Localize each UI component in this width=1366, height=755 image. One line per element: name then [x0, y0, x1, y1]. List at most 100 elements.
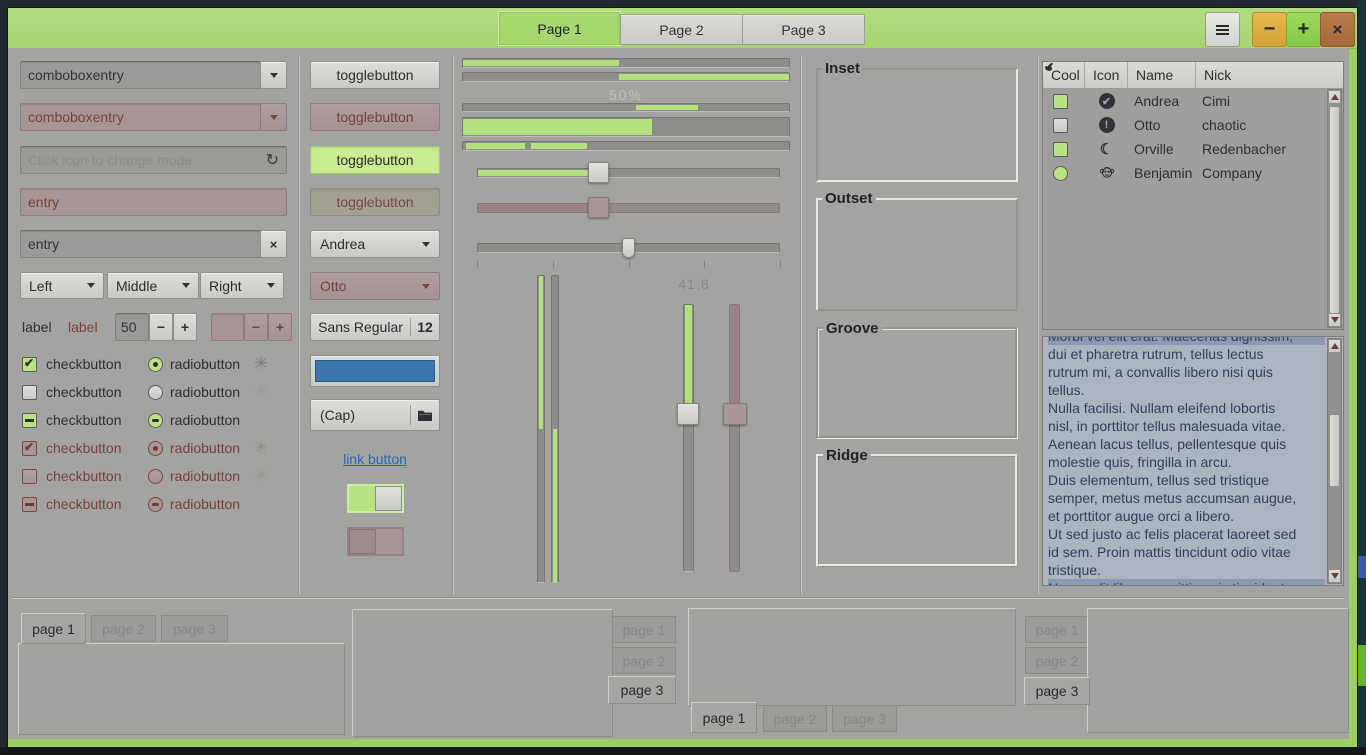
file-chooser-button[interactable]: (Cap) — [310, 399, 440, 431]
clear-entry-button[interactable]: × — [260, 230, 287, 258]
table-row[interactable]: Benjamin Company — [1043, 161, 1343, 185]
notebook1-tab-page3[interactable]: page 3 — [161, 615, 228, 642]
header-tab-page3[interactable]: Page 3 — [742, 14, 865, 45]
header-tab-page2[interactable]: Page 2 — [620, 14, 743, 45]
notebook4-content — [1087, 608, 1349, 733]
pane-separator[interactable] — [298, 56, 300, 594]
frame-outset: Outset — [816, 198, 1018, 311]
scroll-up-button[interactable] — [1328, 339, 1341, 353]
close-button[interactable]: × — [1320, 12, 1355, 47]
header-tab-page1[interactable]: Page 1 — [498, 11, 621, 46]
table-row[interactable]: ! Otto chaotic — [1043, 113, 1343, 137]
table-row[interactable]: ☾ Orville Redenbacher — [1043, 137, 1343, 161]
text-line: id sem. Proin mattis tincidunt odio vita… — [1048, 543, 1325, 561]
vscale-trough[interactable] — [683, 304, 694, 572]
spinbutton-value[interactable]: 50 — [115, 313, 149, 341]
notebook3-tab-page1[interactable]: page 1 — [691, 702, 757, 733]
scrollbar-thumb[interactable] — [1329, 414, 1340, 487]
spinbutton-plus-button[interactable]: + — [173, 313, 197, 341]
hscale-trough[interactable] — [477, 168, 780, 178]
comboboxentry-input-disabled: comboboxentry — [20, 103, 261, 131]
combobox-andrea[interactable]: Andrea — [310, 230, 440, 258]
dropdown-right[interactable]: Right — [200, 272, 284, 299]
textview-content[interactable]: Morbi vel elit erat. Maecenas dignissim,… — [1048, 337, 1325, 585]
row-radio-selected[interactable] — [1053, 166, 1068, 181]
togglebutton-active[interactable]: togglebutton — [310, 146, 440, 174]
minimize-button[interactable]: − — [1252, 12, 1287, 47]
row-checkbox-checked[interactable] — [1053, 142, 1068, 157]
menu-button[interactable] — [1205, 12, 1240, 47]
column-header-name[interactable]: Name — [1128, 62, 1196, 88]
scroll-up-button[interactable] — [1328, 90, 1341, 104]
radiobutton-label: radiobutton — [170, 412, 240, 428]
checkbox-unchecked[interactable] — [22, 385, 37, 400]
treeview-scrollbar[interactable] — [1327, 89, 1342, 328]
notebook1-tab-page2[interactable]: page 2 — [91, 615, 156, 642]
notebook3-tab-page2[interactable]: page 2 — [763, 705, 827, 732]
titlebar[interactable]: Page 1 Page 2 Page 3 − + × — [8, 8, 1357, 49]
pane-separator[interactable] — [1037, 56, 1039, 594]
maximize-button[interactable]: + — [1286, 12, 1321, 47]
pane-separator[interactable] — [800, 56, 802, 594]
treeview-header[interactable]: Cool Icon Name Nick — [1043, 62, 1343, 89]
treeview[interactable]: Cool Icon Name Nick ✔ Andrea Cimi ! Otto… — [1042, 61, 1344, 330]
textview-scrollbar[interactable] — [1327, 338, 1342, 584]
checkbox-checked[interactable] — [22, 357, 37, 372]
background-fragment-blue — [1358, 556, 1366, 578]
row-checkbox-checked[interactable] — [1053, 94, 1068, 109]
notebook4-tab-page3[interactable]: page 3 — [1024, 677, 1090, 705]
togglebutton-disabled: togglebutton — [310, 103, 440, 131]
notebook4-tab-page2[interactable]: page 2 — [1025, 647, 1089, 674]
notebook3-tab-page3[interactable]: page 3 — [832, 705, 897, 732]
togglebutton-normal[interactable]: togglebutton — [310, 61, 440, 89]
notebook2-tab-page3[interactable]: page 3 — [608, 676, 676, 704]
window-body: comboboxentry comboboxentry Click icon t… — [8, 48, 1349, 739]
notebook2-tab-page2[interactable]: page 2 — [612, 647, 676, 674]
comboboxentry-input[interactable]: comboboxentry — [20, 61, 261, 89]
notebook1-content — [18, 643, 345, 735]
spinbutton-minus-button[interactable]: − — [149, 313, 173, 341]
radiobutton-indeterminate[interactable] — [148, 413, 163, 428]
vscale-handle[interactable] — [677, 403, 699, 425]
vscale-trough-disabled — [729, 304, 740, 572]
pane-separator-horizontal[interactable] — [12, 597, 1345, 599]
checkbox-indeterminate[interactable] — [22, 413, 37, 428]
entry-with-clear[interactable]: entry — [20, 230, 261, 258]
check-circle-icon: ✔ — [1099, 93, 1115, 109]
icon-mode-entry[interactable]: Click icon to change mode ↻ — [20, 146, 287, 174]
column-header-nick[interactable]: Nick — [1196, 62, 1343, 88]
link-button[interactable]: link button — [310, 451, 440, 467]
radiobutton-unselected[interactable] — [148, 385, 163, 400]
spinbutton-minus-button-disabled: − — [244, 313, 268, 341]
textview[interactable]: Morbi vel elit erat. Maecenas dignissim,… — [1042, 336, 1344, 586]
hscale-handle-marks[interactable] — [622, 238, 635, 258]
refresh-icon[interactable]: ↻ — [266, 150, 279, 170]
radiobutton-selected[interactable] — [148, 357, 163, 372]
scroll-down-button[interactable] — [1328, 569, 1341, 583]
notebook2-tab-page1[interactable]: page 1 — [612, 616, 676, 643]
dropdown-left[interactable]: Left — [20, 272, 104, 299]
switch-knob[interactable] — [375, 486, 402, 511]
switch-off-disabled — [347, 527, 404, 556]
check-radio-row: checkbutton radiobutton ✳ — [8, 440, 298, 458]
folder-icon — [411, 409, 439, 422]
frame-inset: Inset — [816, 68, 1018, 182]
scrollbar-thumb[interactable] — [1329, 106, 1340, 314]
scroll-down-button[interactable] — [1328, 313, 1341, 327]
switch-on[interactable] — [347, 484, 404, 513]
row-checkbox-unchecked[interactable] — [1053, 118, 1068, 133]
pane-separator[interactable] — [452, 56, 454, 594]
notebook4-tab-page1[interactable]: page 1 — [1025, 616, 1089, 643]
dropdown-middle[interactable]: Middle — [107, 272, 199, 299]
checkbox-indeterminate-disabled — [22, 497, 37, 512]
combobox-otto-disabled: Otto — [310, 272, 440, 300]
text-line: nisl, in porttitor tellus malesuada vita… — [1048, 417, 1325, 435]
table-row[interactable]: ✔ Andrea Cimi — [1043, 89, 1343, 113]
hscale-handle[interactable] — [588, 162, 609, 183]
color-button[interactable] — [310, 355, 440, 387]
checkbutton-label: checkbutton — [46, 496, 122, 512]
font-button[interactable]: Sans Regular 12 — [310, 313, 440, 341]
comboboxentry-dropdown-button[interactable] — [260, 61, 287, 89]
column-header-icon[interactable]: Icon — [1085, 62, 1128, 88]
notebook1-tab-page1[interactable]: page 1 — [21, 613, 86, 644]
